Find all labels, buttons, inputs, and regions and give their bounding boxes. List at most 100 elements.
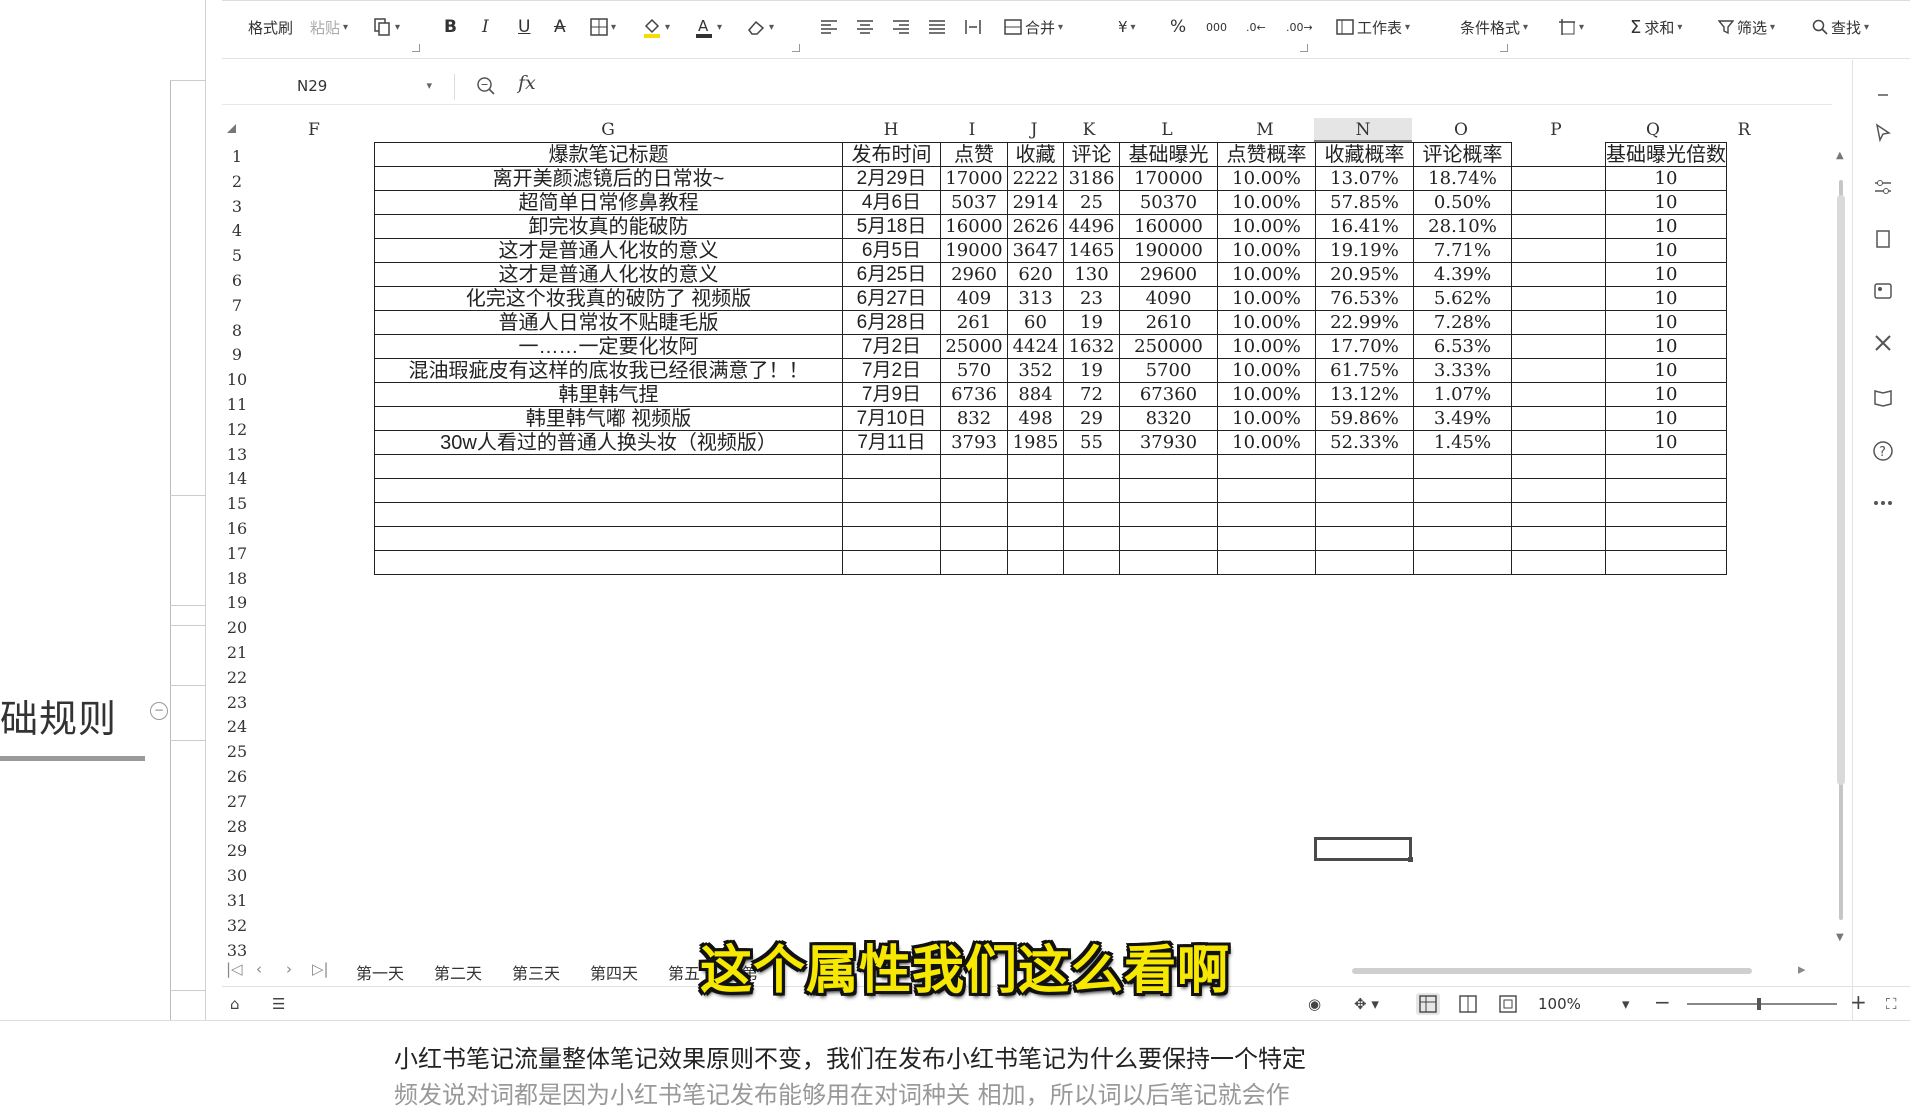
zoom-formula-icon[interactable]: [476, 76, 496, 100]
zoom-level[interactable]: 100%: [1538, 995, 1581, 1013]
table-cell[interactable]: [1511, 310, 1606, 335]
table-cell[interactable]: 10.00%: [1217, 310, 1316, 335]
table-cell[interactable]: [842, 526, 941, 551]
column-header[interactable]: O: [1454, 120, 1468, 140]
table-cell[interactable]: 4月6日: [842, 190, 941, 215]
sheet-tab[interactable]: 第四天: [590, 960, 638, 984]
table-cell[interactable]: 17.70%: [1315, 334, 1414, 359]
table-cell[interactable]: 1985: [1007, 430, 1064, 455]
table-cell[interactable]: [1511, 454, 1606, 479]
table-cell[interactable]: [1217, 502, 1316, 527]
table-cell[interactable]: 19: [1063, 310, 1120, 335]
table-cell[interactable]: 13.12%: [1315, 382, 1414, 407]
table-cell[interactable]: 10: [1605, 214, 1727, 239]
settings-sliders-icon[interactable]: [1872, 176, 1894, 198]
table-cell[interactable]: 2626: [1007, 214, 1064, 239]
page-break-view-button[interactable]: [1496, 993, 1520, 1015]
table-cell[interactable]: [1511, 262, 1606, 287]
format-painter-button[interactable]: 格式刷: [248, 12, 293, 42]
table-cell[interactable]: [1511, 286, 1606, 311]
table-cell[interactable]: 3186: [1063, 166, 1120, 191]
table-cell[interactable]: [1217, 454, 1316, 479]
document-icon[interactable]: [1872, 228, 1894, 250]
table-header-cell[interactable]: 发布时间: [842, 142, 941, 167]
filter-button[interactable]: 筛选 ▾: [1718, 12, 1775, 42]
table-cell[interactable]: [1315, 526, 1414, 551]
table-cell[interactable]: 10: [1605, 430, 1727, 455]
table-cell[interactable]: [1217, 526, 1316, 551]
table-cell[interactable]: 61.75%: [1315, 358, 1414, 383]
table-cell[interactable]: [1413, 454, 1512, 479]
table-cell[interactable]: 10: [1605, 358, 1727, 383]
row-header[interactable]: 9: [222, 345, 252, 364]
table-cell[interactable]: [1511, 430, 1606, 455]
table-cell[interactable]: 10: [1605, 334, 1727, 359]
table-cell[interactable]: [1605, 454, 1727, 479]
zoom-out-icon[interactable]: −: [1654, 990, 1671, 1014]
table-header-cell[interactable]: 点赞: [940, 142, 1008, 167]
table-cell[interactable]: 3.49%: [1413, 406, 1512, 431]
table-cell[interactable]: 10: [1605, 262, 1727, 287]
row-header[interactable]: 7: [222, 296, 252, 315]
eye-icon[interactable]: ◉: [1308, 995, 1321, 1013]
table-cell[interactable]: 10.00%: [1217, 430, 1316, 455]
table-cell[interactable]: 498: [1007, 406, 1064, 431]
table-cell[interactable]: 1.45%: [1413, 430, 1512, 455]
table-cell[interactable]: 2914: [1007, 190, 1064, 215]
table-cell[interactable]: 4.39%: [1413, 262, 1512, 287]
table-cell[interactable]: [940, 502, 1008, 527]
table-cell[interactable]: 10: [1605, 382, 1727, 407]
table-cell[interactable]: [940, 478, 1008, 503]
freeze-pane-icon[interactable]: ▾: [1558, 12, 1584, 42]
table-cell[interactable]: 3.33%: [1413, 358, 1512, 383]
table-cell[interactable]: [1063, 502, 1120, 527]
image-icon[interactable]: [1872, 280, 1894, 302]
table-cell[interactable]: 37930: [1119, 430, 1218, 455]
table-cell[interactable]: 10.00%: [1217, 238, 1316, 263]
table-header-cell[interactable]: 评论概率: [1413, 142, 1512, 167]
table-cell[interactable]: 160000: [1119, 214, 1218, 239]
fullscreen-icon[interactable]: ⛶: [1886, 995, 1897, 1013]
table-cell[interactable]: 韩里韩气嘟 视频版: [374, 406, 843, 431]
table-cell[interactable]: 5037: [940, 190, 1008, 215]
table-cell[interactable]: 570: [940, 358, 1008, 383]
table-cell[interactable]: 4496: [1063, 214, 1120, 239]
row-header[interactable]: 5: [222, 246, 252, 265]
table-cell[interactable]: [1007, 526, 1064, 551]
table-cell[interactable]: 2222: [1007, 166, 1064, 191]
table-cell[interactable]: [1315, 454, 1414, 479]
table-cell[interactable]: 10: [1605, 406, 1727, 431]
scroll-up-icon[interactable]: ▲: [1836, 150, 1844, 161]
underline-button[interactable]: U: [518, 12, 530, 42]
table-cell[interactable]: 19.19%: [1315, 238, 1414, 263]
table-cell[interactable]: 10.00%: [1217, 358, 1316, 383]
column-header[interactable]: R: [1738, 120, 1751, 140]
table-cell[interactable]: [1413, 526, 1512, 551]
table-cell[interactable]: [1119, 478, 1218, 503]
collapse-icon[interactable]: −: [150, 702, 168, 720]
table-cell[interactable]: [1413, 502, 1512, 527]
column-header[interactable]: N: [1356, 120, 1371, 140]
sheet-tab[interactable]: 第三天: [512, 960, 560, 984]
table-cell[interactable]: [940, 526, 1008, 551]
table-cell[interactable]: 超简单日常修鼻教程: [374, 190, 843, 215]
table-cell[interactable]: 3793: [940, 430, 1008, 455]
row-header[interactable]: 25: [222, 742, 252, 761]
table-cell[interactable]: [1605, 550, 1727, 575]
fill-handle[interactable]: [1408, 857, 1413, 862]
table-cell[interactable]: 16000: [940, 214, 1008, 239]
eraser-icon[interactable]: ▾: [746, 12, 774, 42]
table-cell[interactable]: 5月18日: [842, 214, 941, 239]
autosum-button[interactable]: Σ 求和 ▾: [1630, 12, 1682, 42]
name-box[interactable]: N29 ▾: [232, 73, 432, 99]
row-header[interactable]: 2: [222, 172, 252, 191]
table-header-cell[interactable]: 收藏: [1007, 142, 1064, 167]
table-cell[interactable]: 19: [1063, 358, 1120, 383]
table-cell[interactable]: 67360: [1119, 382, 1218, 407]
table-cell[interactable]: 卸完妆真的能破防: [374, 214, 843, 239]
table-cell[interactable]: 25: [1063, 190, 1120, 215]
row-header[interactable]: 27: [222, 792, 252, 811]
table-cell[interactable]: 6月5日: [842, 238, 941, 263]
table-cell[interactable]: 28.10%: [1413, 214, 1512, 239]
thousands-separator-icon[interactable]: 000: [1206, 12, 1227, 42]
